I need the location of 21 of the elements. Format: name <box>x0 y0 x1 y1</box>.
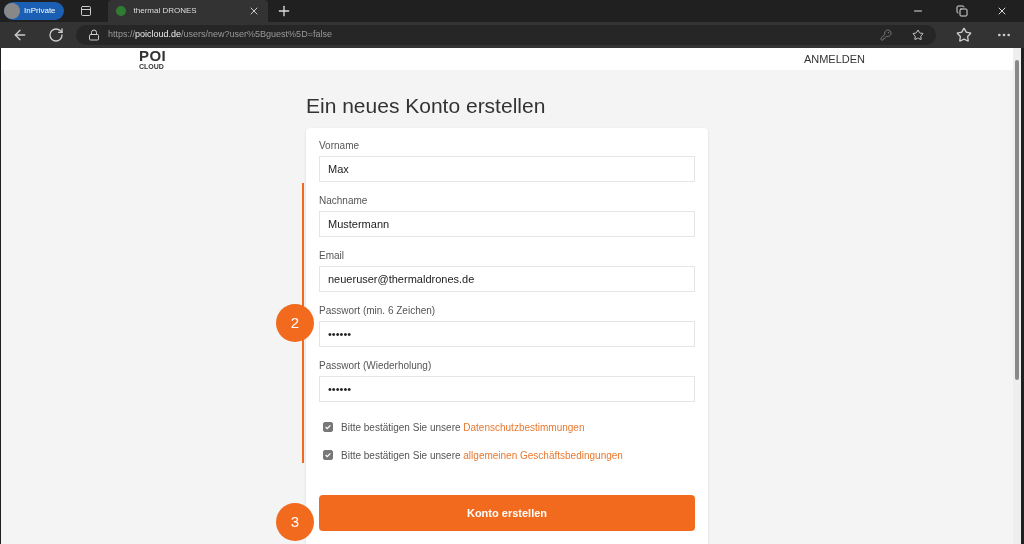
page-title: Ein neues Konto erstellen <box>306 93 547 119</box>
input-field[interactable]: •••••• <box>319 321 695 347</box>
url-text: https://poicloud.de/users/new?user%5Bguest%5D=false <box>108 28 333 42</box>
field-label: Passwort (Wiederholung) <box>319 359 433 372</box>
field-label: Nachname <box>319 194 369 207</box>
tab-title: thermal DRONES <box>133 5 198 17</box>
address-bar[interactable]: https://poicloud.de/users/new?user%5Bguest%5D=false <box>76 25 936 45</box>
consent-text: Bitte bestätigen Sie unsere allgemeinen Geschäftsbedingungen <box>341 448 623 463</box>
step-number-badge: 3 <box>276 503 314 541</box>
input-field[interactable]: •••••• <box>319 376 695 402</box>
input-field[interactable]: neueruser@thermaldrones.de <box>319 266 695 292</box>
consent-text: Bitte bestätigen Sie unsere Datenschutzbestimmungen <box>341 420 585 435</box>
step-number-badge: 2 <box>276 304 314 342</box>
input-field[interactable]: Mustermann <box>319 211 695 237</box>
browser-tab[interactable]: thermal DRONES <box>107 0 268 22</box>
login-link[interactable]: ANMELDEN <box>803 50 865 68</box>
field-label: Email <box>319 249 345 262</box>
field-label: Passwort (min. 6 Zeichen) <box>319 304 437 317</box>
profile-button[interactable]: InPrivate <box>4 2 64 20</box>
input-field[interactable]: Max <box>319 156 695 182</box>
field-label: Vorname <box>319 139 361 152</box>
